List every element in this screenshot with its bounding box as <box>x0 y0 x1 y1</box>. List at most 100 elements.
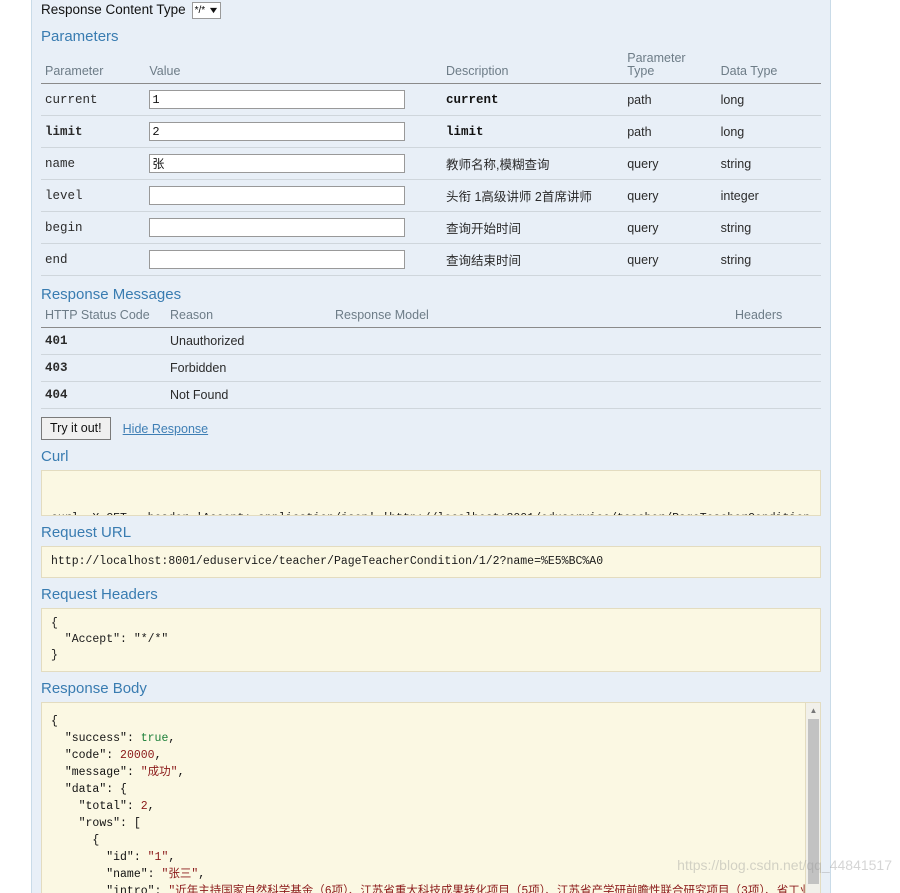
parameters-table-body: currentcurrentpathlonglimitlimitpathlong… <box>41 83 821 276</box>
json-token: : { <box>106 783 127 796</box>
col-data-type: Data Type <box>716 50 821 84</box>
parameter-type: path <box>623 83 717 116</box>
response-messages-heading: Response Messages <box>41 286 182 303</box>
response-content-type-row: Response Content Type */* ▼ <box>41 0 821 20</box>
response-content-type-select[interactable]: */* ▼ <box>191 1 222 19</box>
json-token: : <box>147 868 162 881</box>
parameter-value-cell <box>145 147 442 180</box>
request-url-block: http://localhost:8001/eduservice/teacher… <box>41 546 821 578</box>
json-token: "近年主持国家自然科学基金（6项）、江苏省重大科技成果转化项目（5项）、江苏省产… <box>168 885 820 893</box>
parameter-input-name[interactable] <box>149 154 406 173</box>
parameter-value-cell <box>145 211 442 244</box>
response-body-scroll-thumb[interactable] <box>808 719 819 884</box>
json-token: "success" <box>64 732 127 745</box>
hide-response-link[interactable]: Hide Response <box>123 422 208 436</box>
parameter-name: end <box>41 243 146 276</box>
parameter-value-cell <box>145 115 442 148</box>
parameters-heading: Parameters <box>41 28 119 45</box>
response-content-type-value: */* <box>194 4 206 16</box>
parameter-type: query <box>623 147 717 180</box>
json-token: , <box>147 800 155 813</box>
try-it-out-button[interactable]: Try it out! <box>41 417 111 440</box>
chevron-down-icon: ▼ <box>207 5 220 15</box>
status-reason: Unauthorized <box>166 327 331 355</box>
parameter-description: 教师名称,模糊查询 <box>441 147 624 180</box>
parameter-type: path <box>623 115 717 148</box>
col-headers: Headers <box>731 307 821 328</box>
curl-heading: Curl <box>41 448 69 465</box>
response-body-json: { "success": true, "code": 20000, "messa… <box>42 703 820 893</box>
json-token: 20000 <box>120 749 155 762</box>
parameter-description: 查询结束时间 <box>441 243 624 276</box>
json-token: "total" <box>78 800 127 813</box>
json-token: "成功" <box>140 766 178 779</box>
json-line: "intro": "近年主持国家自然科学基金（6项）、江苏省重大科技成果转化项目… <box>51 883 820 893</box>
json-token: : <box>133 851 148 864</box>
response-model <box>331 327 731 355</box>
parameter-input-end[interactable] <box>149 250 406 269</box>
json-line: "name": "张三", <box>51 866 811 883</box>
parameter-type: query <box>623 243 717 276</box>
parameter-description: current <box>441 83 624 116</box>
parameter-type: query <box>623 179 717 212</box>
parameters-header-row: Parameter Value Description Parameter Ty… <box>41 50 821 84</box>
request-headers-heading: Request Headers <box>41 586 158 603</box>
table-row: limitlimitpathlong <box>41 115 821 148</box>
parameter-input-current[interactable] <box>149 90 406 109</box>
table-row: 401 Unauthorized <box>41 327 821 355</box>
json-token: true <box>140 732 169 745</box>
table-row: end 查询结束时间 query string <box>41 243 821 276</box>
parameter-description: 头衔 1高级讲师 2首席讲师 <box>441 179 624 212</box>
json-line: "success": true, <box>51 730 811 747</box>
parameter-input-level[interactable] <box>149 186 406 205</box>
parameter-name: current <box>41 83 146 116</box>
col-reason: Reason <box>166 307 331 328</box>
json-token: { <box>51 715 58 728</box>
parameter-input-begin[interactable] <box>149 218 406 237</box>
json-token: "data" <box>64 783 107 796</box>
json-token: : <box>126 732 141 745</box>
col-value: Value <box>145 50 442 84</box>
curl-code-block: curl -X GET --header 'Accept: applicatio… <box>41 470 821 516</box>
parameter-data-type: string <box>716 147 821 180</box>
parameter-name: begin <box>41 211 146 244</box>
json-token: , <box>177 766 185 779</box>
parameters-table-head: Parameter Value Description Parameter Ty… <box>41 50 821 84</box>
json-line: "total": 2, <box>51 798 811 815</box>
response-messages-table: HTTP Status Code Reason Response Model H… <box>41 307 821 409</box>
response-content-type-label: Response Content Type <box>41 2 186 17</box>
parameter-value-cell <box>145 179 442 212</box>
col-parameter-type: Parameter Type <box>623 50 717 84</box>
response-headers <box>731 327 821 355</box>
json-line: "data": { <box>51 781 811 798</box>
status-code: 403 <box>41 354 166 382</box>
json-token: , <box>168 732 176 745</box>
json-token: : <box>126 766 141 779</box>
parameter-data-type: long <box>716 115 821 148</box>
json-token: "1" <box>147 851 169 864</box>
response-body-vertical-scrollbar[interactable]: ▲ <box>805 703 820 893</box>
json-token: : <box>106 749 121 762</box>
json-token: , <box>154 749 162 762</box>
parameter-data-type: long <box>716 83 821 116</box>
scroll-up-arrow-icon[interactable]: ▲ <box>806 703 820 718</box>
json-line: "code": 20000, <box>51 747 811 764</box>
response-messages-header-row: HTTP Status Code Reason Response Model H… <box>41 307 821 328</box>
parameter-type: query <box>623 211 717 244</box>
response-body-heading: Response Body <box>41 680 147 697</box>
json-token: , <box>198 868 206 881</box>
json-token: : [ <box>120 817 141 830</box>
parameter-description: 查询开始时间 <box>441 211 624 244</box>
col-response-model: Response Model <box>331 307 731 328</box>
response-model <box>331 354 731 382</box>
response-headers <box>731 354 821 382</box>
parameter-input-limit[interactable] <box>149 122 406 141</box>
status-reason: Not Found <box>166 381 331 409</box>
col-description: Description <box>441 50 624 84</box>
parameter-name: name <box>41 147 146 180</box>
response-messages-table-body: 401 Unauthorized 403 Forbidden 404 Not Found <box>41 327 821 409</box>
json-line: { <box>51 832 811 849</box>
table-row: currentcurrentpathlong <box>41 83 821 116</box>
json-token: 2 <box>140 800 148 813</box>
operation-panel: Response Content Type */* ▼ Parameters P… <box>31 0 831 893</box>
